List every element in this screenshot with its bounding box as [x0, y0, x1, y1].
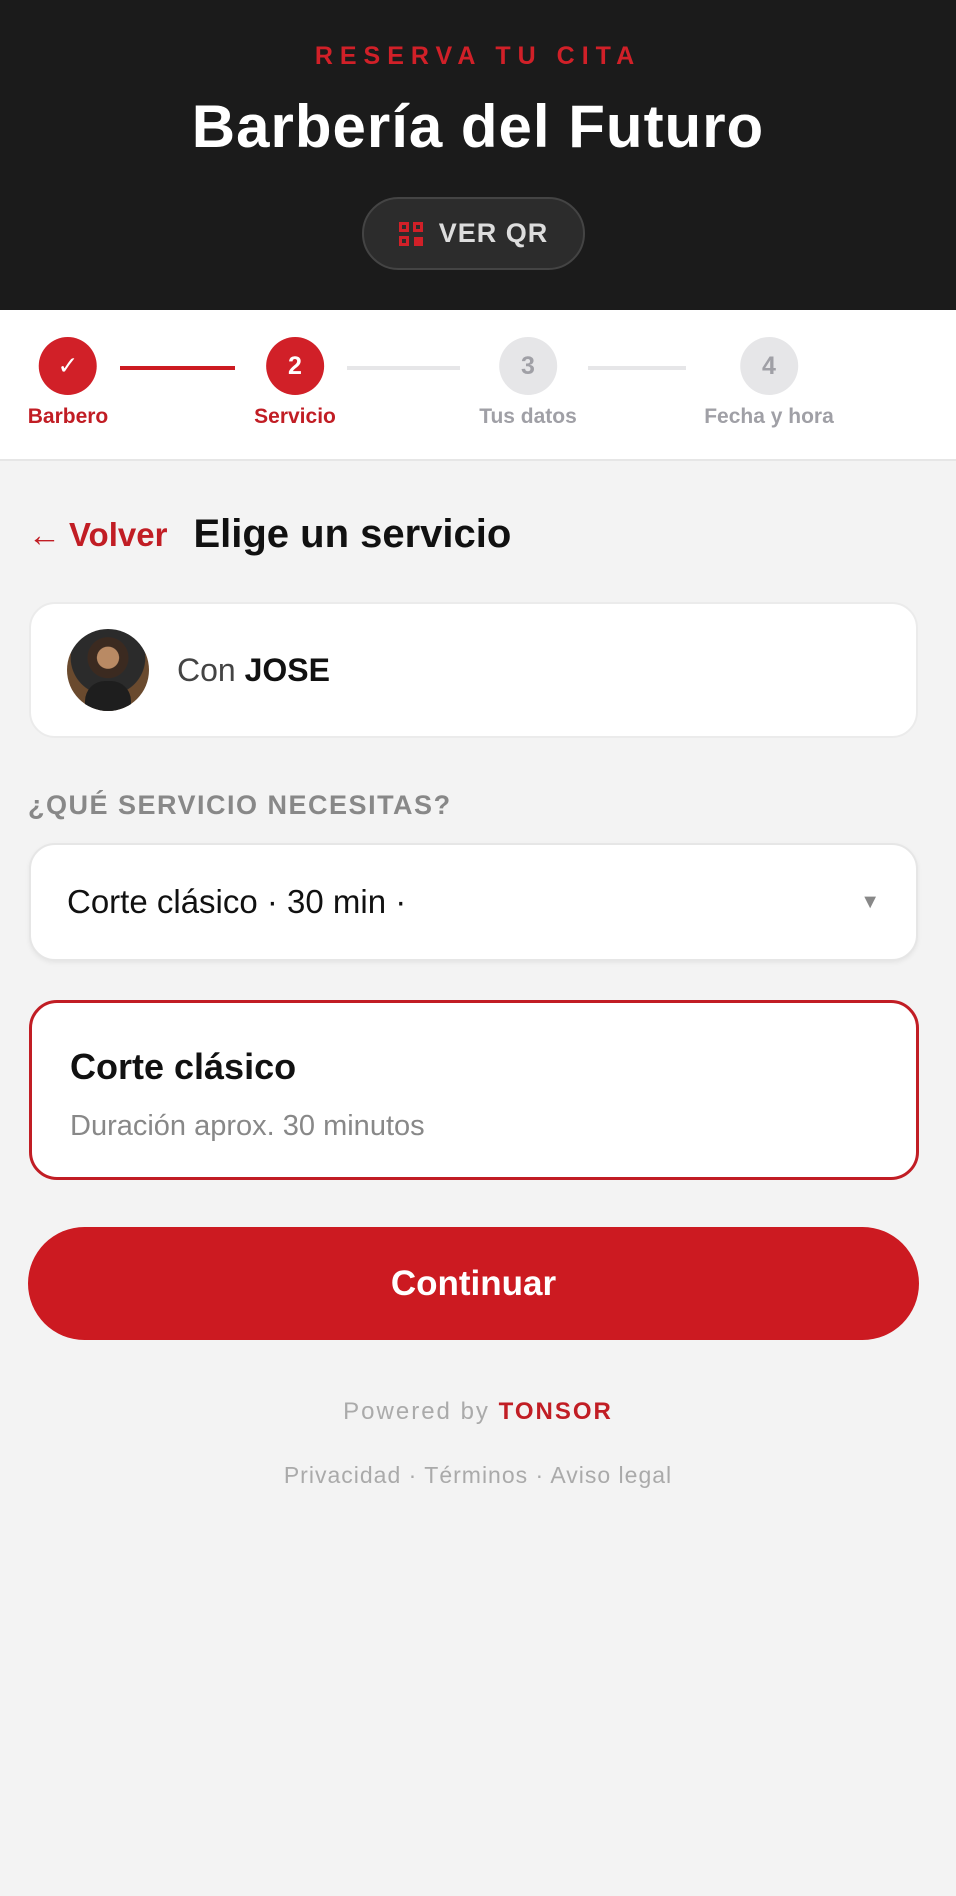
step-label: Barbero — [27, 405, 109, 428]
privacy-link[interactable]: Privacidad — [284, 1462, 401, 1488]
header: RESERVA TU CITA Barbería del Futuro VER … — [0, 0, 956, 310]
terms-link[interactable]: Términos — [424, 1462, 528, 1488]
progress-stepper: ✓ Barbero 2 Servicio 3 Tus datos 4 Fecha… — [0, 310, 956, 461]
brand-link[interactable]: TONSOR — [499, 1398, 613, 1425]
arrow-left-icon: ← — [28, 515, 61, 553]
step-label: Servicio — [254, 405, 336, 428]
step-check-icon: ✓ — [39, 337, 97, 395]
step-connector — [588, 366, 686, 370]
separator: · — [535, 1462, 545, 1488]
barber-text: Con JOSE — [177, 652, 330, 689]
step-servicio: 2 Servicio — [254, 337, 336, 429]
back-label: Volver — [69, 515, 168, 553]
view-qr-button[interactable]: VER QR — [362, 197, 585, 270]
step-number: 2 — [266, 337, 324, 395]
chevron-down-icon: ▼ — [860, 890, 880, 913]
back-button[interactable]: ← Volver — [28, 516, 167, 554]
service-section-label: ¿QUÉ SERVICIO NECESITAS? — [28, 790, 452, 820]
legal-links: Privacidad · Términos · Aviso legal — [0, 1462, 956, 1489]
step-connector — [347, 366, 460, 370]
qr-code-icon — [398, 221, 423, 246]
step-fecha-y-hora: 4 Fecha y hora — [704, 337, 834, 429]
step-barbero[interactable]: ✓ Barbero — [27, 337, 109, 429]
powered-prefix: Powered by — [343, 1398, 490, 1425]
selected-service-card[interactable]: Corte clásico Duración aprox. 30 minutos — [29, 1000, 919, 1180]
service-select-value: Corte clásico · 30 min · — [67, 883, 407, 920]
avatar — [67, 629, 149, 711]
title-row: ← Volver Elige un servicio — [28, 512, 511, 557]
barber-prefix: Con — [177, 651, 236, 688]
selected-barber-card: Con JOSE — [29, 602, 918, 738]
step-connector-complete — [120, 366, 235, 370]
service-duration: Duración aprox. 30 minutos — [70, 1110, 425, 1142]
service-select[interactable]: Corte clásico · 30 min · ▼ — [29, 843, 918, 961]
step-tus-datos: 3 Tus datos — [479, 337, 577, 429]
barber-name: JOSE — [244, 651, 330, 688]
header-eyebrow: RESERVA TU CITA — [314, 42, 642, 70]
step-label: Tus datos — [479, 405, 577, 428]
shop-name: Barbería del Futuro — [191, 93, 765, 160]
continue-button[interactable]: Continuar — [28, 1227, 919, 1340]
page-title: Elige un servicio — [193, 512, 512, 556]
step-number: 3 — [499, 337, 557, 395]
view-qr-label: VER QR — [438, 218, 549, 248]
service-name: Corte clásico — [70, 1046, 297, 1087]
step-number: 4 — [740, 337, 798, 395]
step-label: Fecha y hora — [704, 405, 834, 428]
separator: · — [408, 1462, 418, 1488]
legal-notice-link[interactable]: Aviso legal — [550, 1462, 672, 1488]
powered-by: Powered by TONSOR — [0, 1398, 956, 1426]
